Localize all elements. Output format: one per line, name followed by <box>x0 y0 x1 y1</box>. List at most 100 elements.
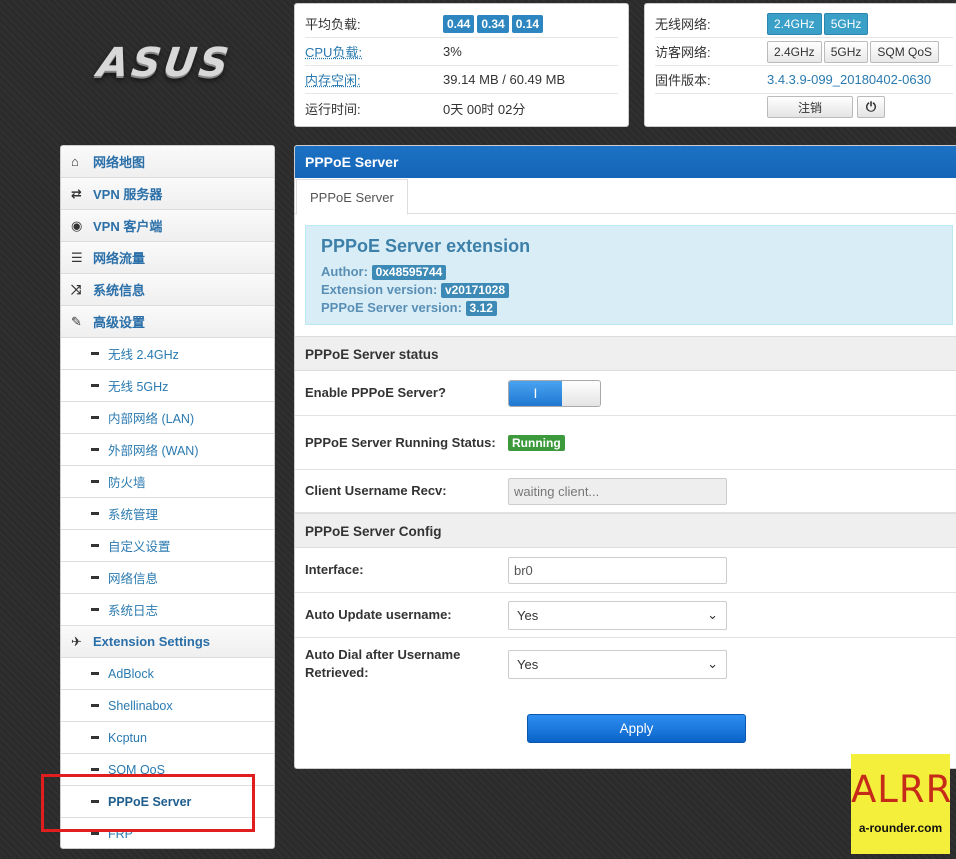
auto-dial-row: Auto Dial after Username Retrieved: Yes … <box>295 638 956 690</box>
sidebar-item-label: 高级设置 <box>93 315 146 330</box>
sidebar-ext-shellinabox[interactable]: Shellinabox <box>61 690 274 722</box>
sidebar-item-label: VPN 客户端 <box>93 219 163 234</box>
logout-button[interactable]: 注销 <box>767 96 853 118</box>
sidebar-sub-admin[interactable]: 系统管理 <box>61 498 274 530</box>
sidebar-ext-kcptun[interactable]: Kcptun <box>61 722 274 754</box>
dash-icon <box>91 352 99 355</box>
chevron-down-icon: ⌄ <box>707 656 718 671</box>
watermark: ALRR a-rounder.com <box>851 754 953 854</box>
running-status-label: PPPoE Server Running Status: <box>305 434 496 450</box>
load-15min-badge: 0.14 <box>511 14 544 33</box>
memory-row: 内存空闲: 39.14 MB / 60.49 MB <box>305 66 618 94</box>
memory-free-link[interactable]: 内存空闲: <box>305 70 443 89</box>
wireless-5ghz-button[interactable]: 5GHz <box>823 12 869 35</box>
client-username-label: Client Username Recv: <box>305 483 447 498</box>
client-username-field: waiting client... <box>508 477 727 505</box>
main-panel: PPPoE Server PPPoE Server PPPoE Server e… <box>294 145 956 769</box>
system-stats-panel: 平均负载: 0.44 0.34 0.14 CPU负载: 3% 内存空闲: 39.… <box>294 3 629 127</box>
memory-free-value: 39.14 MB / 60.49 MB <box>443 72 566 87</box>
server-version-label: PPPoE Server version: <box>321 300 462 315</box>
sidebar-sub-label: 系统管理 <box>108 508 159 522</box>
server-version-line: PPPoE Server version: 3.12 <box>321 299 937 317</box>
sidebar-item-vpn-server[interactable]: ⇄ VPN 服务器 <box>61 178 274 210</box>
sidebar-sub-label: Kcptun <box>108 730 147 745</box>
auto-dial-select[interactable]: Yes ⌄ <box>508 649 727 679</box>
guest-row: 访客网络: 2.4GHz 5GHz SQM QoS <box>655 38 953 66</box>
interface-input[interactable]: br0 <box>508 556 727 584</box>
sidebar-item-vpn-client[interactable]: ◉ VPN 客户端 <box>61 210 274 242</box>
firmware-row: 固件版本: 3.4.3.9-099_20180402-0630 <box>655 66 953 94</box>
sidebar-sub-wan[interactable]: 外部网络 (WAN) <box>61 434 274 466</box>
sidebar-sub-syslog[interactable]: 系统日志 <box>61 594 274 626</box>
ext-version-line: Extension version: v20171028 <box>321 281 937 299</box>
guest-label: 访客网络: <box>655 45 711 60</box>
wireless-row: 无线网络: 2.4GHz 5GHz <box>655 10 953 38</box>
firmware-label: 固件版本: <box>655 73 711 88</box>
sidebar-ext-adblock[interactable]: AdBlock <box>61 658 274 690</box>
author-badge: 0x48595744 <box>371 265 447 280</box>
network-info-panel: 无线网络: 2.4GHz 5GHz 访客网络: 2.4GHz 5GHz SQM … <box>644 3 956 127</box>
watermark-logo: ALRR <box>851 768 953 811</box>
toggle-knob <box>562 380 600 406</box>
session-buttons: 注销 ⏻ <box>767 96 953 118</box>
guest-24ghz-button[interactable]: 2.4GHz <box>767 40 822 63</box>
dash-icon <box>91 736 99 739</box>
enable-row: Enable PPPoE Server? I <box>295 371 956 416</box>
sqm-qos-button[interactable]: SQM QoS <box>870 40 940 63</box>
cpu-load-value: 3% <box>443 44 462 59</box>
dash-icon <box>91 416 99 419</box>
sidebar-item-label: 网络流量 <box>93 251 146 266</box>
dash-icon <box>91 768 99 771</box>
wrench-icon: ✎ <box>71 313 82 329</box>
toggle-on-state: I <box>509 380 562 406</box>
ext-version-badge: v20171028 <box>440 283 510 298</box>
cpu-load-link[interactable]: CPU负载: <box>305 42 443 61</box>
sidebar-item-label: VPN 服务器 <box>93 187 163 202</box>
sidebar-sub-label: 自定义设置 <box>108 540 171 554</box>
running-status-row: PPPoE Server Running Status: Running <box>295 416 956 470</box>
sidebar-sub-wireless-5[interactable]: 无线 5GHz <box>61 370 274 402</box>
dash-icon <box>91 704 99 707</box>
apply-button[interactable]: Apply <box>527 714 746 743</box>
dash-icon <box>91 672 99 675</box>
guest-5ghz-button[interactable]: 5GHz <box>823 40 869 63</box>
enable-label: Enable PPPoE Server? <box>305 385 446 400</box>
uptime-row: 运行时间: 0天 00时 02分 <box>305 94 618 122</box>
sidebar-item-extension-settings[interactable]: ✈ Extension Settings <box>61 626 274 658</box>
sidebar-sub-label: Shellinabox <box>108 698 173 713</box>
arrows-icon: ⇄ <box>71 185 82 201</box>
sidebar-sub-label: AdBlock <box>108 666 154 681</box>
wireless-label: 无线网络: <box>655 17 711 32</box>
status-section-header: PPPoE Server status <box>295 336 956 371</box>
sidebar-item-advanced[interactable]: ✎ 高级设置 <box>61 306 274 338</box>
interface-row: Interface: br0 <box>295 548 956 593</box>
sidebar-sub-netinfo[interactable]: 网络信息 <box>61 562 274 594</box>
sidebar-sub-lan[interactable]: 内部网络 (LAN) <box>61 402 274 434</box>
sidebar-sub-label: 内部网络 (LAN) <box>108 412 195 426</box>
auto-update-row: Auto Update username: Yes ⌄ <box>295 593 956 638</box>
chevron-down-icon: ⌄ <box>707 607 718 622</box>
dash-icon <box>91 832 99 835</box>
wireless-24ghz-button[interactable]: 2.4GHz <box>767 12 822 35</box>
tab-bar: PPPoE Server <box>295 178 956 215</box>
auto-update-select[interactable]: Yes ⌄ <box>508 600 727 630</box>
auto-update-value: Yes <box>517 607 539 623</box>
ext-version-label: Extension version: <box>321 282 438 297</box>
extension-title: PPPoE Server extension <box>321 236 531 256</box>
extension-info-box: PPPoE Server extension Author: 0x4859574… <box>305 225 953 325</box>
auto-dial-label: Auto Dial after Username Retrieved: <box>305 647 461 680</box>
sidebar-item-traffic[interactable]: ☰ 网络流量 <box>61 242 274 274</box>
dash-icon <box>91 448 99 451</box>
sidebar-item-system-info[interactable]: ⤨ 系统信息 <box>61 274 274 306</box>
sidebar-item-network-map[interactable]: ⌂ 网络地图 <box>61 146 274 178</box>
firmware-version-link[interactable]: 3.4.3.9-099_20180402-0630 <box>767 72 931 87</box>
plane-icon: ✈ <box>71 633 82 649</box>
tab-pppoe-server[interactable]: PPPoE Server <box>296 179 408 215</box>
sidebar-sub-custom[interactable]: 自定义设置 <box>61 530 274 562</box>
sidebar-sub-wireless-24[interactable]: 无线 2.4GHz <box>61 338 274 370</box>
sidebar-sub-firewall[interactable]: 防火墙 <box>61 466 274 498</box>
sidebar-sub-label: 系统日志 <box>108 604 159 618</box>
power-button[interactable]: ⏻ <box>857 96 885 118</box>
enable-toggle[interactable]: I <box>508 379 601 407</box>
load-average-row: 平均负载: 0.44 0.34 0.14 <box>305 10 618 38</box>
